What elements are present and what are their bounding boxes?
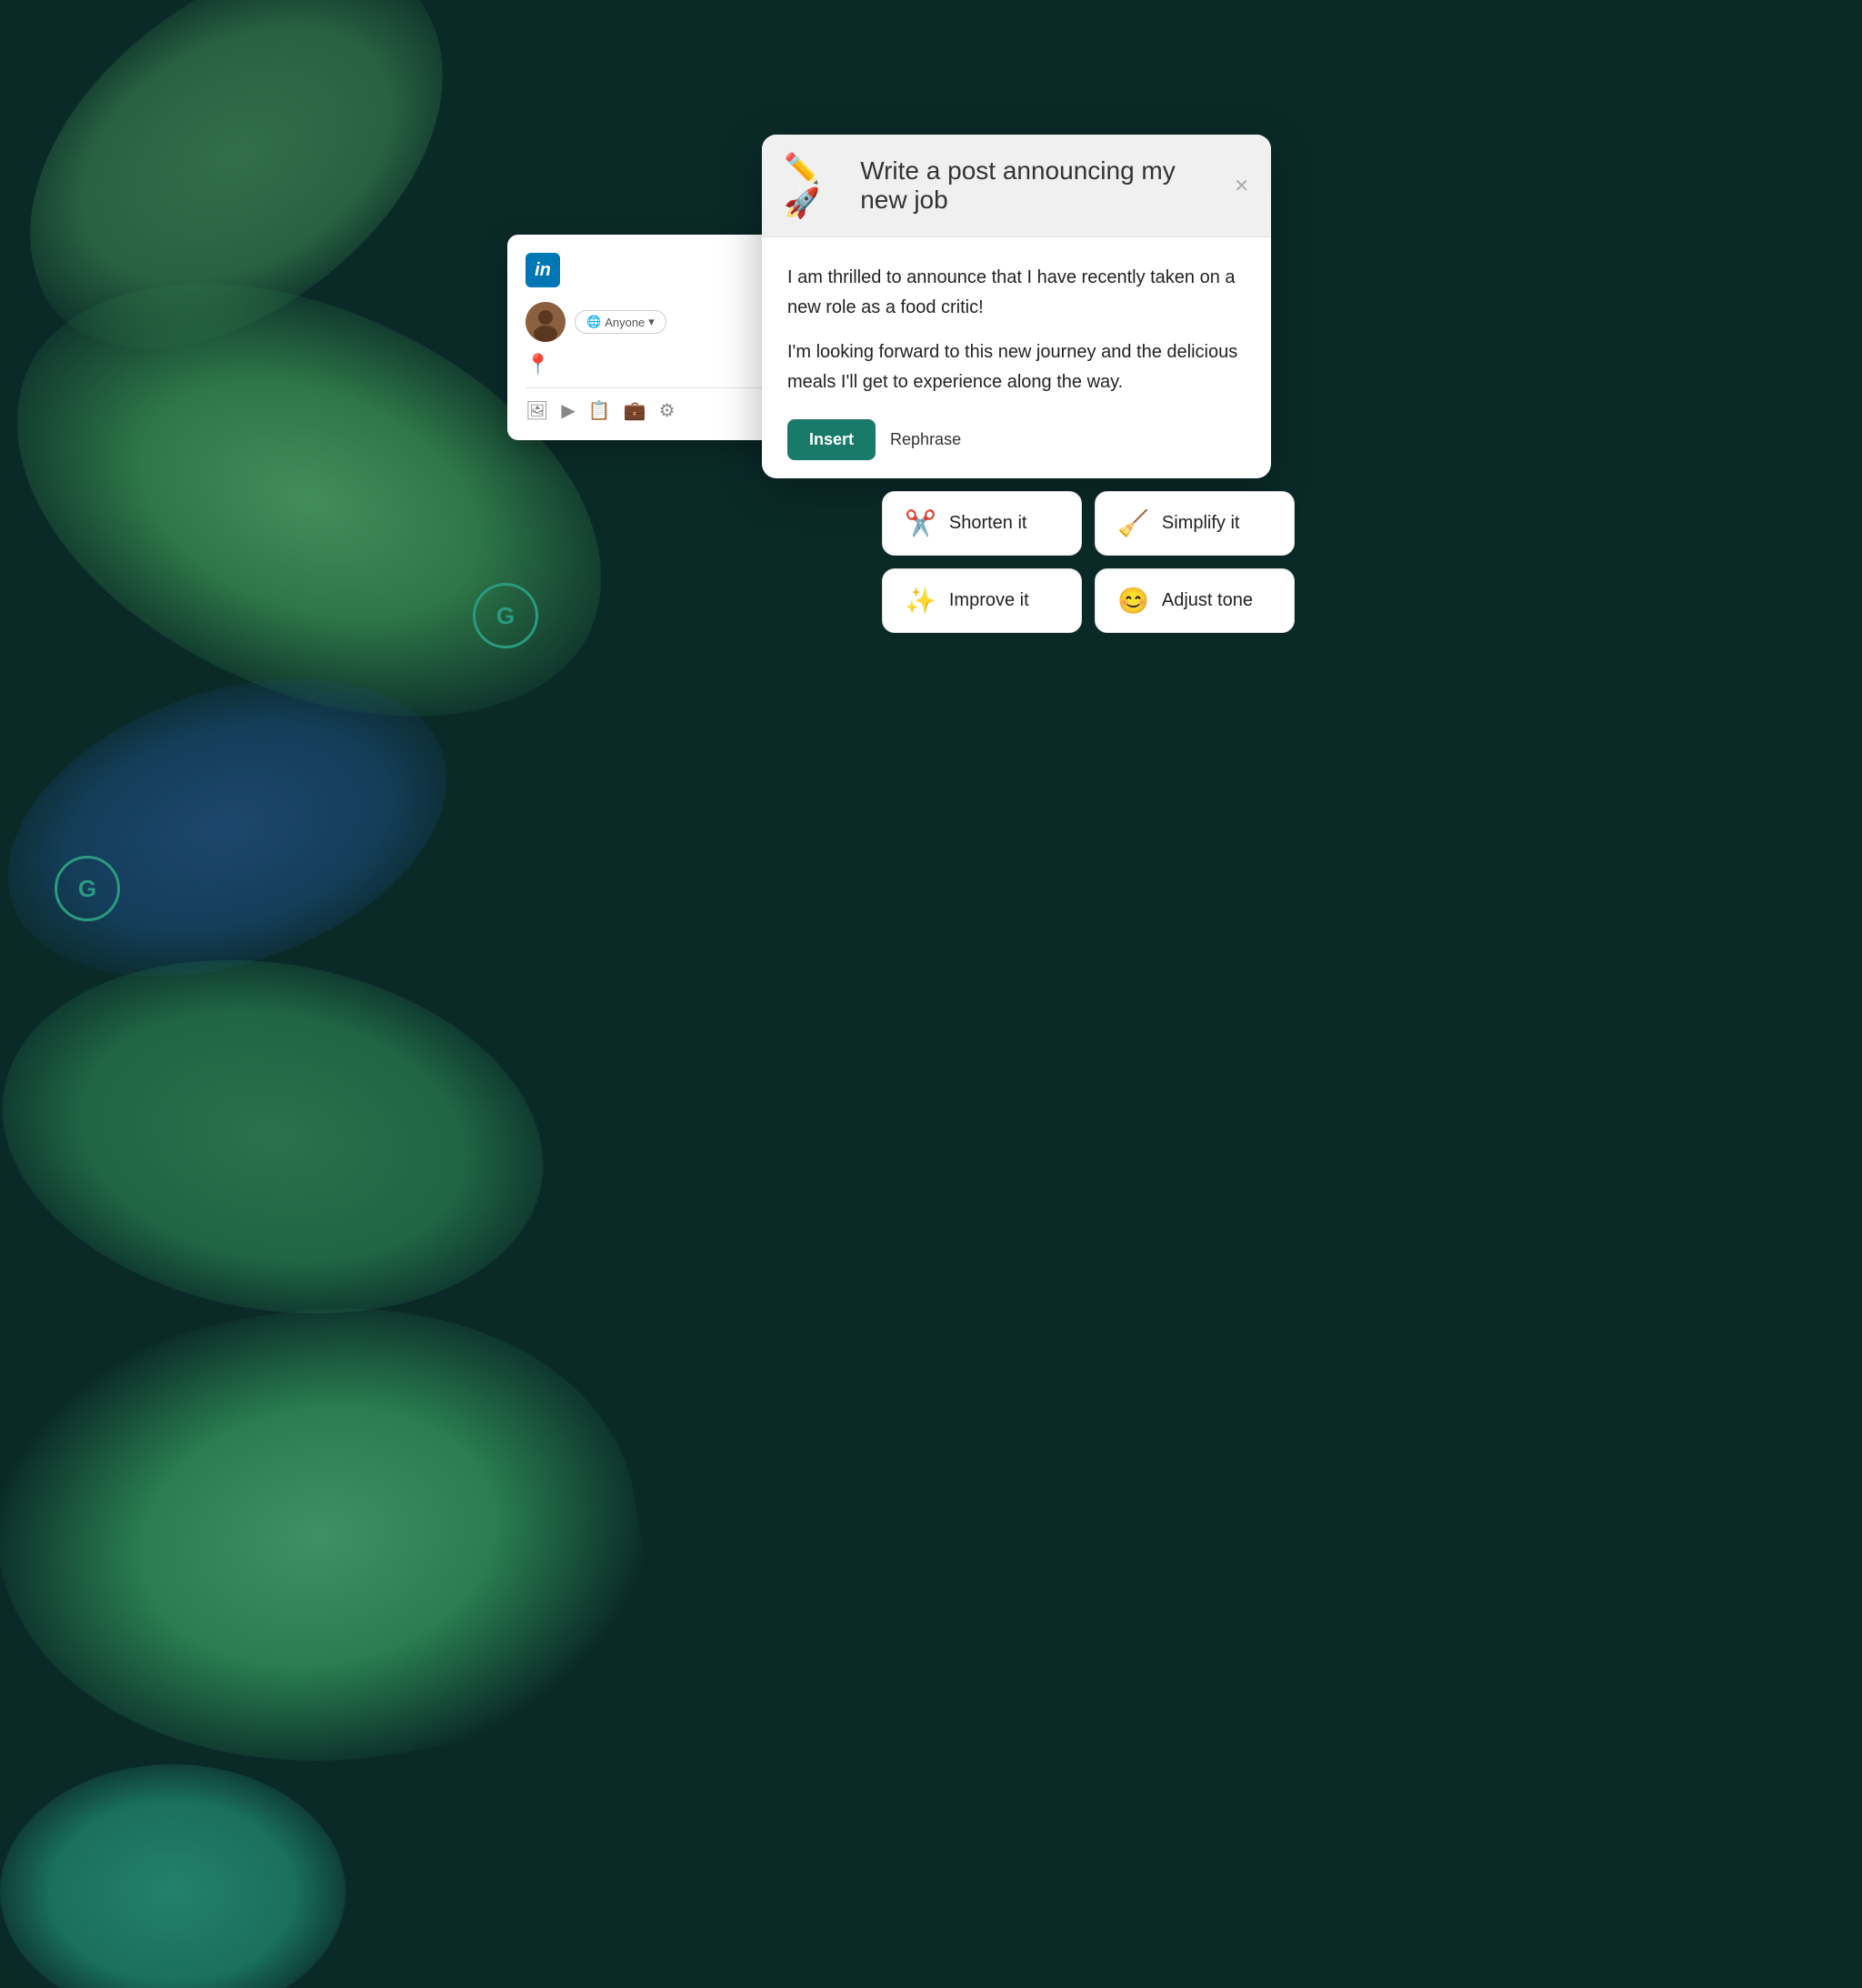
- linkedin-header: in: [526, 253, 771, 287]
- audience-globe-icon: 🌐: [586, 315, 601, 329]
- bg-blob-6: [0, 1764, 345, 1988]
- adjust-tone-emoji: 😊: [1117, 586, 1149, 616]
- audience-pill[interactable]: 🌐 Anyone ▾: [575, 310, 666, 334]
- avatar-image: [526, 302, 566, 342]
- ai-suggestion-panel: ✏️🚀 Write a post announcing my new job ✕…: [762, 135, 1271, 478]
- close-icon[interactable]: ✕: [1234, 175, 1249, 197]
- rephrase-button[interactable]: Rephrase: [890, 430, 961, 449]
- linkedin-card: in 🌐 Anyone ▾ 📍 🖼 ▶ 📋 💼 ⚙: [507, 235, 789, 440]
- shorten-emoji: ✂️: [905, 508, 936, 538]
- document-icon[interactable]: 📋: [588, 399, 611, 422]
- ai-panel-content: I am thrilled to announce that I have re…: [762, 237, 1271, 478]
- pin-icon: 📍: [526, 353, 771, 377]
- linkedin-logo-text: in: [535, 260, 551, 281]
- simplify-label: Simplify it: [1162, 513, 1240, 534]
- ai-panel-header: ✏️🚀 Write a post announcing my new job ✕: [762, 135, 1271, 237]
- rocket-emoji: ✏️🚀: [784, 151, 847, 220]
- grammarly-logo-bottom-left: G: [55, 856, 120, 921]
- settings-icon[interactable]: ⚙: [659, 399, 676, 422]
- photo-icon[interactable]: 🖼: [526, 399, 548, 422]
- action-btn-simplify[interactable]: 🧹 Simplify it: [1095, 491, 1295, 556]
- action-btn-adjust-tone[interactable]: 😊 Adjust tone: [1095, 568, 1295, 633]
- insert-button[interactable]: Insert: [787, 419, 876, 460]
- grammarly-logo-mid: G: [473, 583, 538, 648]
- ai-generated-text: I am thrilled to announce that I have re…: [787, 263, 1246, 397]
- audience-label: Anyone: [605, 316, 645, 329]
- shorten-label: Shorten it: [949, 513, 1027, 534]
- ai-text-paragraph1: I am thrilled to announce that I have re…: [787, 263, 1246, 323]
- grammarly-g-letter-mid: G: [496, 602, 515, 630]
- action-btn-shorten[interactable]: ✂️ Shorten it: [882, 491, 1082, 556]
- linkedin-toolbar: 🖼 ▶ 📋 💼 ⚙: [526, 387, 771, 422]
- action-buttons-grid: ✂️ Shorten it 🧹 Simplify it ✨ Improve it…: [882, 491, 1295, 633]
- grammarly-g-letter: G: [78, 875, 96, 903]
- bg-blob-5: [0, 1258, 671, 1816]
- briefcase-icon[interactable]: 💼: [624, 399, 646, 422]
- video-icon[interactable]: ▶: [561, 399, 575, 422]
- ai-panel-title: Write a post announcing my new job: [860, 156, 1221, 215]
- adjust-tone-label: Adjust tone: [1162, 590, 1253, 611]
- improve-emoji: ✨: [905, 586, 936, 616]
- bg-blob-4: [0, 919, 571, 1354]
- ai-text-paragraph2: I'm looking forward to this new journey …: [787, 337, 1246, 397]
- linkedin-user-row: 🌐 Anyone ▾: [526, 302, 771, 342]
- avatar: [526, 302, 566, 342]
- simplify-emoji: 🧹: [1117, 508, 1149, 538]
- audience-chevron-icon: ▾: [648, 315, 655, 329]
- action-btn-improve[interactable]: ✨ Improve it: [882, 568, 1082, 633]
- linkedin-logo: in: [526, 253, 560, 287]
- ai-action-row: Insert Rephrase: [787, 419, 1246, 460]
- improve-label: Improve it: [949, 590, 1029, 611]
